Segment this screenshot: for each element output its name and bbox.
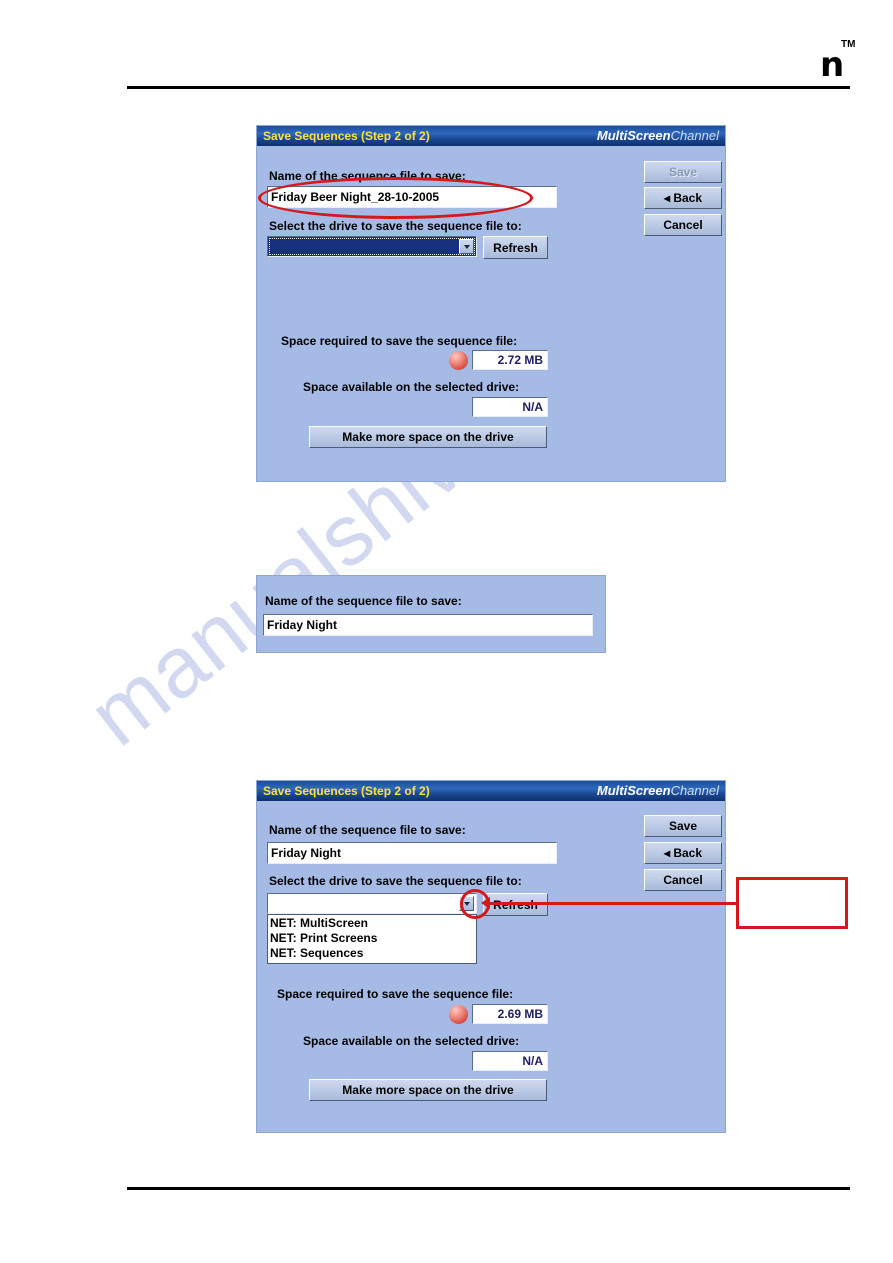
brand-logo-mark: n [820, 45, 844, 85]
list-item[interactable]: NET: Print Screens [270, 931, 476, 946]
drive-select-combo[interactable] [267, 893, 477, 914]
chevron-down-icon[interactable] [459, 239, 474, 254]
drive-select-label: Select the drive to save the sequence fi… [269, 874, 522, 888]
sequence-name-input[interactable]: Friday Beer Night_28-10-2005 [267, 186, 557, 208]
space-available-label: Space available on the selected drive: [303, 1034, 520, 1048]
annotation-leader-line [487, 902, 737, 905]
cancel-button[interactable]: Cancel [644, 869, 722, 891]
dialog-titlebar: Save Sequences (Step 2 of 2) MultiScreen… [257, 126, 725, 146]
space-available-label: Space available on the selected drive: [303, 380, 520, 394]
brand-name-bold: MultiScreen [596, 783, 671, 798]
product-brand: MultiScreenChannel [597, 783, 719, 798]
dialog-titlebar: Save Sequences (Step 2 of 2) MultiScreen… [257, 781, 725, 801]
list-item[interactable]: NET: MultiScreen [270, 916, 476, 931]
drive-select-label: Select the drive to save the sequence fi… [269, 219, 522, 233]
brand-name-light: Channel [670, 128, 719, 143]
dialog-title: Save Sequences (Step 2 of 2) [263, 129, 430, 143]
sequence-name-input[interactable]: Friday Night [267, 842, 557, 864]
drive-options-list[interactable]: NET: MultiScreen NET: Print Screens NET:… [267, 914, 477, 964]
space-required-label: Space required to save the sequence file… [281, 334, 518, 348]
trademark-icon: TM [841, 39, 856, 50]
annotation-arrowhead-icon [481, 897, 490, 909]
brand-name-light: Channel [670, 783, 719, 798]
brand-logo: n TM [820, 39, 866, 85]
product-brand: MultiScreenChannel [597, 128, 719, 143]
drive-select-combo[interactable] [267, 236, 477, 257]
space-required-value: 2.72 MB [472, 350, 548, 370]
brand-name-bold: MultiScreen [596, 128, 671, 143]
save-sequences-dialog-bottom: Save Sequences (Step 2 of 2) MultiScreen… [257, 781, 725, 1132]
sequence-name-label: Name of the sequence file to save: [269, 823, 466, 837]
sequence-name-label: Name of the sequence file to save: [265, 594, 462, 608]
footer-rule [127, 1187, 850, 1190]
status-sphere-icon [449, 351, 468, 370]
back-button[interactable]: ◂ Back [644, 842, 722, 864]
make-more-space-button[interactable]: Make more space on the drive [309, 426, 547, 448]
refresh-button[interactable]: Refresh [483, 236, 548, 259]
save-sequences-dialog-top: Save Sequences (Step 2 of 2) MultiScreen… [257, 126, 725, 481]
status-sphere-icon [449, 1005, 468, 1024]
save-button[interactable]: Save [644, 815, 722, 837]
header-rule [127, 86, 850, 89]
annotation-callout-box [736, 877, 848, 929]
list-item[interactable]: NET: Sequences [270, 946, 476, 961]
chevron-down-icon[interactable] [459, 896, 474, 911]
cancel-button[interactable]: Cancel [644, 214, 722, 236]
make-more-space-button[interactable]: Make more space on the drive [309, 1079, 547, 1101]
sequence-name-input[interactable]: Friday Night [263, 614, 593, 636]
sequence-name-panel: Name of the sequence file to save: Frida… [257, 576, 605, 652]
space-available-value: N/A [472, 397, 548, 417]
space-required-label: Space required to save the sequence file… [277, 987, 514, 1001]
sequence-name-label: Name of the sequence file to save: [269, 169, 466, 183]
back-button[interactable]: ◂ Back [644, 187, 722, 209]
save-button[interactable]: Save [644, 161, 722, 183]
space-required-value: 2.69 MB [472, 1004, 548, 1024]
dialog-title: Save Sequences (Step 2 of 2) [263, 784, 430, 798]
space-available-value: N/A [472, 1051, 548, 1071]
